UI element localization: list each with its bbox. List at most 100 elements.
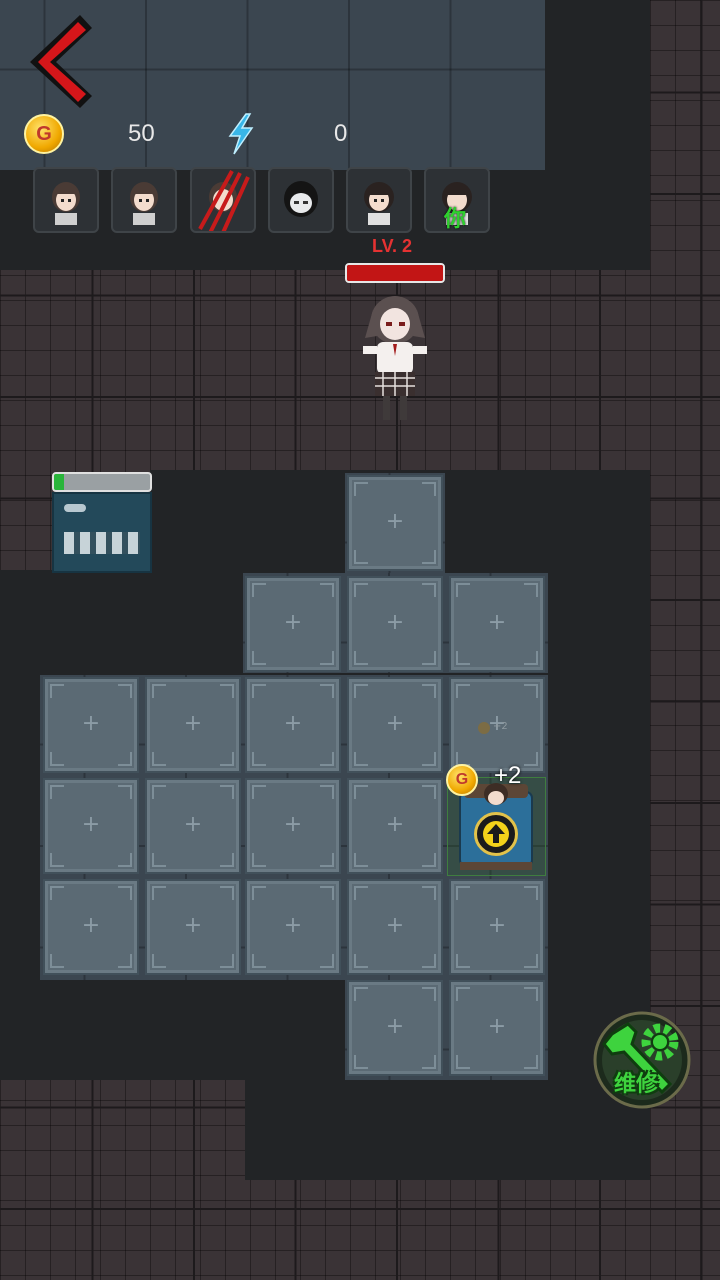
tile-corner (354, 482, 368, 496)
tile-corner (118, 853, 132, 867)
add-tile-icon: + (385, 812, 405, 837)
player-portrait-3[interactable] (190, 167, 256, 233)
tile-corner (320, 651, 334, 665)
tile-corner (524, 1055, 538, 1069)
tile-corner (252, 752, 266, 766)
player-portrait-2[interactable] (111, 167, 177, 233)
door-vent (64, 532, 140, 554)
tile-corner (152, 886, 166, 900)
tile-corner (320, 583, 334, 597)
add-tile-icon: + (81, 812, 101, 837)
add-tile-icon: + (283, 913, 303, 938)
tile-corner (252, 853, 266, 867)
empty-build-tile[interactable]: + (449, 980, 545, 1076)
tile-corner (252, 684, 266, 698)
tile-corner (422, 651, 436, 665)
empty-build-tile[interactable]: + (145, 879, 241, 975)
tile-corner (252, 651, 266, 665)
tile-corner (320, 752, 334, 766)
empty-build-tile[interactable]: + (449, 576, 545, 672)
tile-corner (50, 954, 64, 968)
empty-build-tile[interactable]: + (43, 879, 139, 975)
empty-build-tile[interactable]: + (347, 576, 443, 672)
player-portrait-4[interactable] (268, 167, 334, 233)
tile-corner (524, 752, 538, 766)
tile-corner (220, 752, 234, 766)
player-portrait-clawed-icon (198, 170, 250, 231)
repair-button[interactable]: 维修 (592, 1010, 692, 1110)
tile-corner (220, 684, 234, 698)
tile-corner (118, 785, 132, 799)
tile-corner (220, 886, 234, 900)
ghost-hp-fill (347, 265, 443, 281)
tile-corner (354, 1055, 368, 1069)
ghost-portrait-icon (284, 181, 318, 217)
empty-build-tile[interactable]: + (145, 778, 241, 874)
empty-build-tile[interactable]: + (245, 576, 341, 672)
player-portrait-icon (364, 182, 394, 225)
tile-corner (320, 684, 334, 698)
add-tile-icon: + (183, 812, 203, 837)
upgrade-arrow-icon[interactable] (474, 812, 518, 856)
tile-corner (422, 853, 436, 867)
energy-value: 0 (334, 120, 348, 147)
lightning-icon (228, 113, 254, 155)
dark-wall (245, 1080, 650, 1180)
tile-corner (524, 886, 538, 900)
ghost-level-label: LV. 2 (372, 236, 413, 256)
empty-build-tile[interactable]: + (245, 677, 341, 773)
add-tile-icon: + (385, 711, 405, 736)
empty-build-tile[interactable]: + (347, 475, 443, 571)
empty-build-tile[interactable]: + (43, 677, 139, 773)
tile-corner (118, 684, 132, 698)
player-portrait-icon (52, 182, 80, 225)
add-tile-icon: + (183, 711, 203, 736)
game-stage: + + + + + + + + + + + + + + + + + + + + G 50 0 (0, 0, 720, 1280)
empty-build-tile[interactable]: + (347, 677, 443, 773)
empty-build-tile[interactable]: + (347, 980, 443, 1076)
tile-corner (152, 752, 166, 766)
tile-corner (524, 583, 538, 597)
tile-corner (354, 583, 368, 597)
tile-corner (354, 853, 368, 867)
tile-corner (320, 954, 334, 968)
tile-corner (354, 752, 368, 766)
tile-corner (456, 583, 470, 597)
empty-build-tile[interactable]: + (245, 778, 341, 874)
tile-corner (118, 752, 132, 766)
tile-corner (50, 853, 64, 867)
tile-corner (118, 886, 132, 900)
back-button[interactable] (24, 10, 94, 110)
empty-build-tile[interactable]: + (245, 879, 341, 975)
empty-build-tile[interactable]: + (347, 879, 443, 975)
add-tile-icon: + (385, 1014, 405, 1039)
player-portrait-5[interactable] (346, 167, 412, 233)
tile-corner (524, 987, 538, 1001)
door-durability-fill (54, 474, 64, 490)
tile-corner (50, 886, 64, 900)
tile-corner (50, 752, 64, 766)
door[interactable] (52, 472, 152, 573)
tile-corner (118, 954, 132, 968)
tile-corner (422, 752, 436, 766)
add-tile-icon: + (487, 1014, 507, 1039)
tile-corner (354, 651, 368, 665)
you-label: 你 (444, 207, 467, 232)
empty-build-tile[interactable]: + (43, 778, 139, 874)
tile-corner (524, 684, 538, 698)
tile-corner (456, 987, 470, 1001)
tile-corner (456, 684, 470, 698)
tile-corner (220, 853, 234, 867)
tile-corner (354, 785, 368, 799)
key-icon (64, 504, 86, 512)
add-tile-icon: + (81, 711, 101, 736)
player-portrait-you[interactable]: 你 (424, 167, 490, 233)
add-tile-icon: + (385, 509, 405, 534)
empty-build-tile[interactable]: + (449, 879, 545, 975)
player-portrait-1[interactable] (33, 167, 99, 233)
bed-small-gain-text: +2 (493, 721, 508, 732)
empty-build-tile[interactable]: + (145, 677, 241, 773)
empty-build-tile[interactable]: + (347, 778, 443, 874)
arrow-up-icon (483, 821, 509, 847)
tile-corner (456, 954, 470, 968)
